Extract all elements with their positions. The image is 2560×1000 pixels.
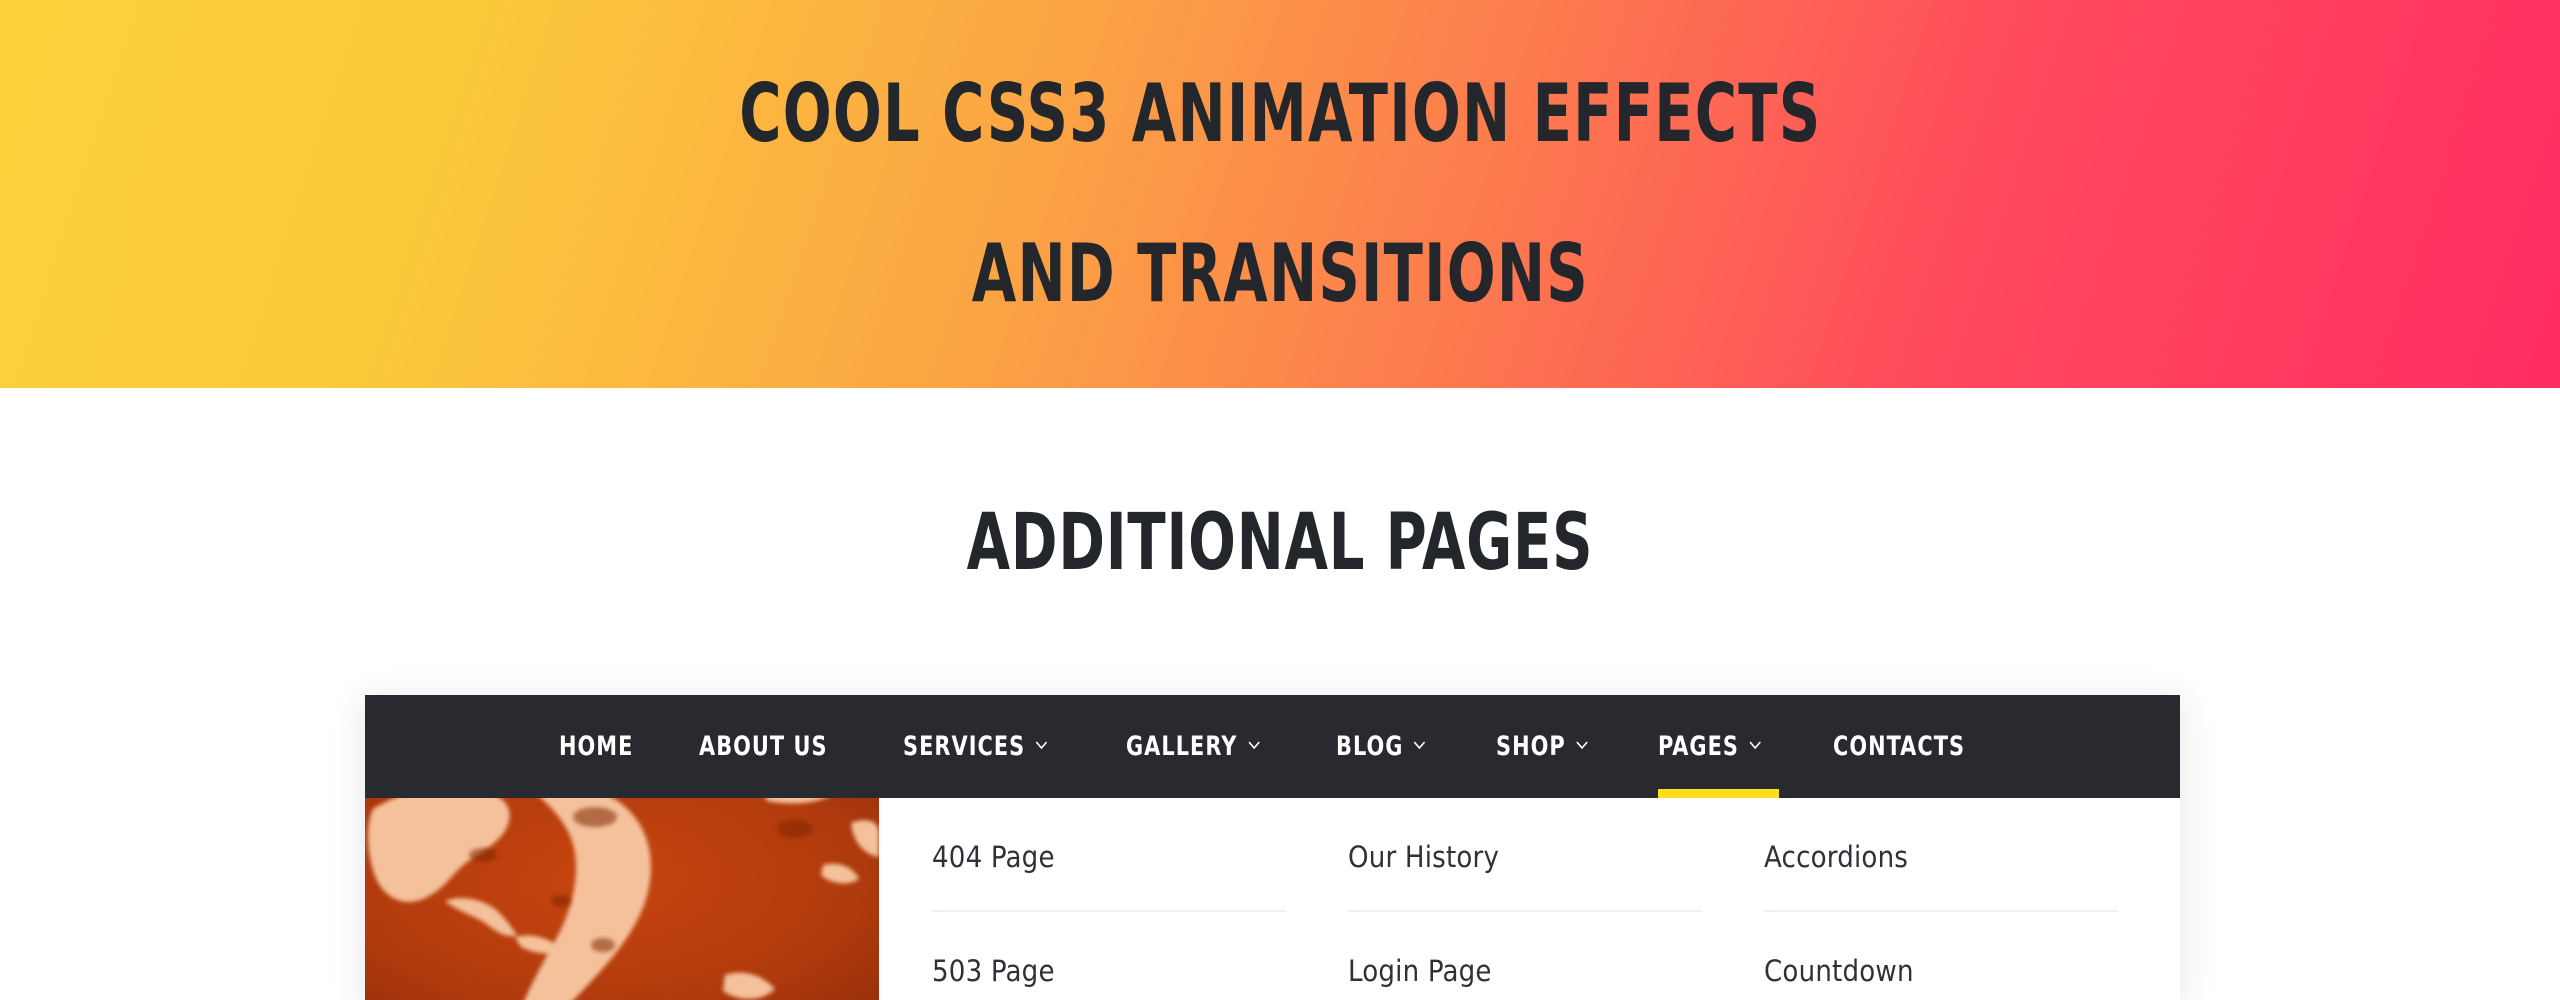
nav-item-label: ABOUT US xyxy=(699,731,828,762)
nav-item-label: PAGES xyxy=(1657,731,1739,762)
nav-list: HOME ABOUT US SERVICES GALLERY BLOG SHOP… xyxy=(532,695,2014,798)
nav-item-label: CONTACTS xyxy=(1832,731,1965,762)
nav-item-shop[interactable]: SHOP xyxy=(1469,695,1631,798)
dropdown-column-2: Our History Login Page xyxy=(1348,798,1764,1000)
dropdown-link[interactable]: 503 Page xyxy=(932,912,1286,1000)
dropdown-link[interactable]: Login Page xyxy=(1348,912,1702,1000)
nav-item-pages[interactable]: PAGES xyxy=(1631,695,1806,798)
chevron-down-icon xyxy=(1748,737,1762,753)
dropdown-columns: 404 Page 503 Page Our History Login Page… xyxy=(879,798,2180,1000)
dropdown-column-3: Accordions Countdown xyxy=(1764,798,2180,1000)
dropdown-link[interactable]: 404 Page xyxy=(932,798,1286,912)
dropdown-column-1: 404 Page 503 Page xyxy=(932,798,1348,1000)
page-title: COOL CSS3 ANIMATION EFFECTS AND TRANSITI… xyxy=(739,0,1821,394)
nav-item-blog[interactable]: BLOG xyxy=(1309,695,1468,798)
chevron-down-icon xyxy=(1575,737,1589,753)
dropdown-link[interactable]: Our History xyxy=(1348,798,1702,912)
nav-item-label: GALLERY xyxy=(1125,731,1238,762)
nav-item-home[interactable]: HOME xyxy=(532,695,673,798)
nav-item-label: HOME xyxy=(558,731,633,762)
hero-title-line-1: COOL CSS3 ANIMATION EFFECTS xyxy=(738,67,1822,160)
additional-pages-section: ADDITIONAL PAGES xyxy=(0,388,2560,588)
pages-mega-dropdown: 404 Page 503 Page Our History Login Page… xyxy=(365,798,2180,1000)
hero-title-line-2: AND TRANSITIONS xyxy=(971,227,1589,320)
navigation-demo-card: HOME ABOUT US SERVICES GALLERY BLOG SHOP… xyxy=(365,695,2180,1000)
section-title: ADDITIONAL PAGES xyxy=(966,498,1594,588)
nav-item-about-us[interactable]: ABOUT US xyxy=(672,695,876,798)
nav-item-label: BLOG xyxy=(1336,731,1404,762)
nav-item-services[interactable]: SERVICES xyxy=(876,695,1099,798)
world-map-image xyxy=(365,798,879,1000)
hero-banner: COOL CSS3 ANIMATION EFFECTS AND TRANSITI… xyxy=(0,0,2560,388)
nav-item-gallery[interactable]: GALLERY xyxy=(1099,695,1310,798)
chevron-down-icon xyxy=(1413,737,1427,753)
nav-item-label: SERVICES xyxy=(902,731,1025,762)
nav-item-label: SHOP xyxy=(1495,731,1566,762)
dropdown-link[interactable]: Countdown xyxy=(1764,912,2118,1000)
chevron-down-icon xyxy=(1247,737,1261,753)
dropdown-link[interactable]: Accordions xyxy=(1764,798,2118,912)
chevron-down-icon xyxy=(1034,737,1048,753)
nav-item-contacts[interactable]: CONTACTS xyxy=(1806,695,2014,798)
main-navigation: HOME ABOUT US SERVICES GALLERY BLOG SHOP… xyxy=(365,695,2180,798)
active-nav-indicator xyxy=(1657,789,1779,798)
